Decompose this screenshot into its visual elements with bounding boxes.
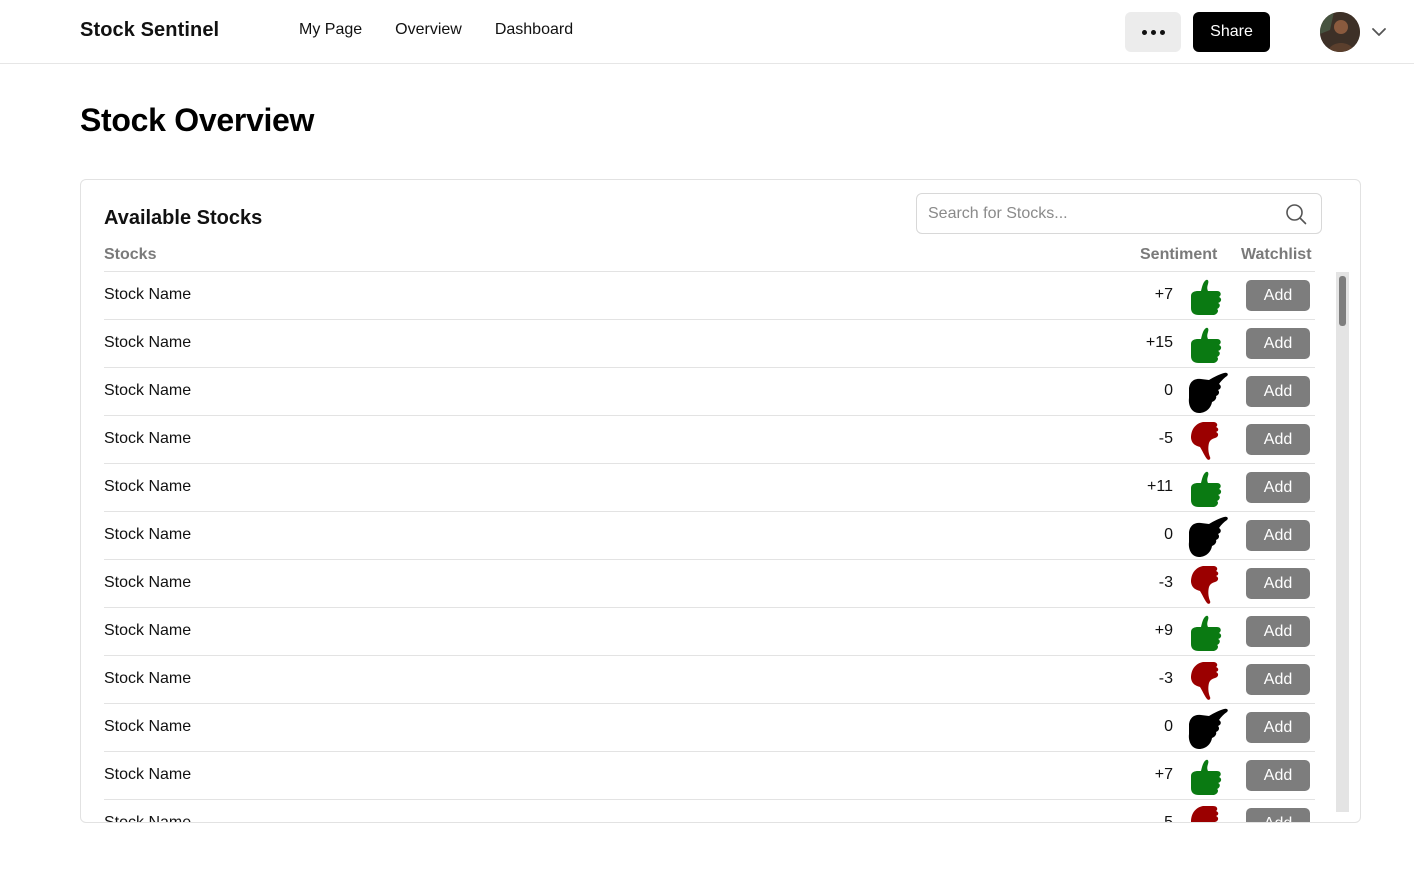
table-row[interactable]: Stock Name +9 Add xyxy=(104,607,1315,655)
table-row[interactable]: Stock Name -3 Add xyxy=(104,655,1315,703)
sentiment-score: +7 xyxy=(1154,286,1173,303)
stock-search-box xyxy=(916,193,1322,234)
table-row[interactable]: Stock Name -5 Add xyxy=(104,799,1315,823)
thumbs-up-icon xyxy=(1191,759,1222,795)
add-to-watchlist-button[interactable]: Add xyxy=(1246,808,1310,822)
table-row[interactable]: Stock Name +7 Add xyxy=(104,271,1315,319)
column-header-sentiment: Sentiment xyxy=(1140,246,1218,263)
sentiment-score: 0 xyxy=(1164,718,1173,735)
nav-link-dashboard[interactable]: Dashboard xyxy=(495,21,573,39)
more-options-button[interactable] xyxy=(1125,12,1181,52)
add-to-watchlist-button[interactable]: Add xyxy=(1246,568,1310,599)
sentiment-score: +15 xyxy=(1145,334,1173,351)
add-to-watchlist-button[interactable]: Add xyxy=(1246,280,1310,311)
thumbs-up-icon xyxy=(1191,327,1222,363)
user-avatar[interactable] xyxy=(1320,12,1360,52)
sentiment-score: 0 xyxy=(1164,526,1173,543)
stock-name[interactable]: Stock Name xyxy=(104,526,191,544)
stock-name[interactable]: Stock Name xyxy=(104,574,191,592)
thumb-sideways-icon xyxy=(1188,516,1228,557)
sentiment-score: +7 xyxy=(1154,766,1173,783)
stock-name[interactable]: Stock Name xyxy=(104,430,191,448)
table-row[interactable]: Stock Name -5 Add xyxy=(104,415,1315,463)
add-to-watchlist-button[interactable]: Add xyxy=(1246,376,1310,407)
app-logo-title[interactable]: Stock Sentinel xyxy=(80,19,219,42)
column-header-watchlist: Watchlist xyxy=(1241,246,1312,263)
stock-name[interactable]: Stock Name xyxy=(104,718,191,736)
page-title: Stock Overview xyxy=(80,102,315,138)
table-row[interactable]: Stock Name -3 Add xyxy=(104,559,1315,607)
stock-name[interactable]: Stock Name xyxy=(104,382,191,400)
share-button[interactable]: Share xyxy=(1193,12,1270,52)
stock-list[interactable]: Stock Name +7 Add Stock Name +15 Add Stock Nam… xyxy=(104,271,1315,823)
add-to-watchlist-button[interactable]: Add xyxy=(1246,616,1310,647)
sentiment-score: -5 xyxy=(1158,430,1173,447)
scrollbar[interactable] xyxy=(1336,272,1349,812)
card-title: Available Stocks xyxy=(104,207,263,229)
stock-name[interactable]: Stock Name xyxy=(104,670,191,688)
search-input[interactable] xyxy=(928,203,1268,225)
available-stocks-card: Available Stocks Stocks Sentiment Watchl… xyxy=(80,179,1361,823)
add-to-watchlist-button[interactable]: Add xyxy=(1246,520,1310,551)
sentiment-score: 0 xyxy=(1164,382,1173,399)
top-navigation-bar: Stock Sentinel My Page Overview Dashboar… xyxy=(0,0,1414,64)
thumbs-down-icon xyxy=(1191,566,1219,604)
sentiment-score: -5 xyxy=(1158,814,1173,823)
search-icon[interactable] xyxy=(1285,203,1307,225)
sentiment-score: -3 xyxy=(1158,670,1173,687)
table-row[interactable]: Stock Name 0 Add xyxy=(104,511,1315,559)
add-to-watchlist-button[interactable]: Add xyxy=(1246,472,1310,503)
thumbs-up-icon xyxy=(1191,615,1222,651)
thumb-sideways-icon xyxy=(1188,708,1228,749)
more-horizontal-icon xyxy=(1141,29,1147,35)
table-row[interactable]: Stock Name 0 Add xyxy=(104,703,1315,751)
more-horizontal-icon xyxy=(1150,29,1156,35)
sentiment-score: +11 xyxy=(1147,478,1173,495)
stock-name[interactable]: Stock Name xyxy=(104,766,191,784)
stock-name[interactable]: Stock Name xyxy=(104,814,191,822)
add-to-watchlist-button[interactable]: Add xyxy=(1246,760,1310,791)
add-to-watchlist-button[interactable]: Add xyxy=(1246,712,1310,743)
stock-name[interactable]: Stock Name xyxy=(104,478,191,496)
thumbs-up-icon xyxy=(1191,279,1222,315)
column-header-stocks: Stocks xyxy=(104,246,157,263)
stock-name[interactable]: Stock Name xyxy=(104,286,191,304)
main-nav: My Page Overview Dashboard xyxy=(299,21,573,39)
chevron-down-icon[interactable] xyxy=(1370,24,1388,40)
thumbs-down-icon xyxy=(1191,422,1219,460)
more-horizontal-icon xyxy=(1159,29,1165,35)
thumbs-down-icon xyxy=(1191,662,1219,700)
table-row[interactable]: Stock Name +7 Add xyxy=(104,751,1315,799)
avatar-image xyxy=(1320,12,1360,52)
add-to-watchlist-button[interactable]: Add xyxy=(1246,664,1310,695)
table-row[interactable]: Stock Name +11 Add xyxy=(104,463,1315,511)
table-row[interactable]: Stock Name +15 Add xyxy=(104,319,1315,367)
thumbs-up-icon xyxy=(1191,471,1222,507)
table-row[interactable]: Stock Name 0 Add xyxy=(104,367,1315,415)
sentiment-score: -3 xyxy=(1158,574,1173,591)
nav-link-my-page[interactable]: My Page xyxy=(299,21,362,39)
add-to-watchlist-button[interactable]: Add xyxy=(1246,424,1310,455)
stock-name[interactable]: Stock Name xyxy=(104,622,191,640)
nav-link-overview[interactable]: Overview xyxy=(395,21,462,39)
stock-name[interactable]: Stock Name xyxy=(104,334,191,352)
thumbs-down-icon xyxy=(1191,806,1219,822)
scrollbar-thumb[interactable] xyxy=(1339,276,1346,326)
thumb-sideways-icon xyxy=(1188,372,1228,413)
sentiment-score: +9 xyxy=(1154,622,1173,639)
add-to-watchlist-button[interactable]: Add xyxy=(1246,328,1310,359)
